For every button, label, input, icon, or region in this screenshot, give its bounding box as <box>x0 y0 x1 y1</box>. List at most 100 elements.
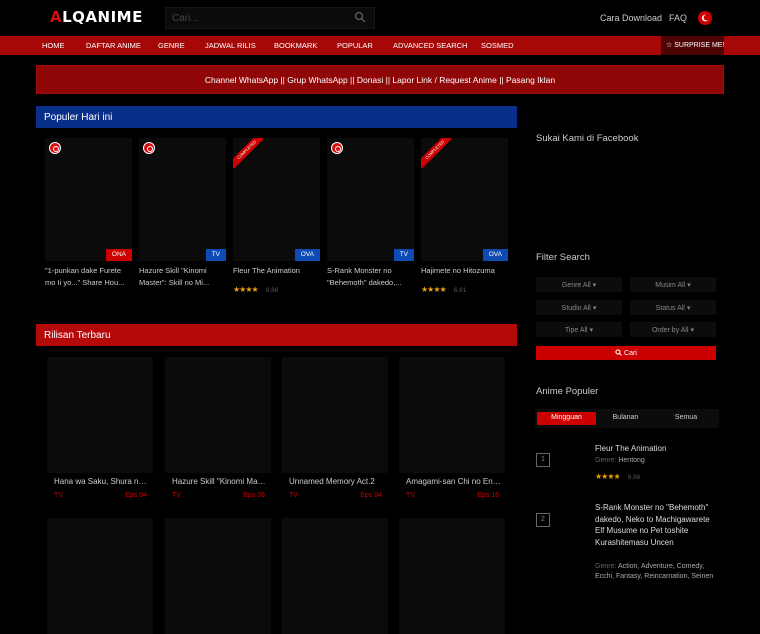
rating-stars: ★★★★ <box>233 285 259 294</box>
populer-card[interactable]: COMPLETED OVA Fleur The Animation ★★★★ 6.… <box>233 138 320 297</box>
faq-link[interactable]: FAQ <box>669 13 687 23</box>
type-badge: OVA <box>482 249 508 261</box>
populer-card[interactable]: TV Hazure Skill "Kinomi Master": Skill n… <box>139 138 226 289</box>
card-type: TV <box>54 492 63 499</box>
nav-sosmed[interactable]: SOSMED <box>481 41 514 50</box>
card-title: Hana wa Saku, Shura no Hana <box>54 477 149 486</box>
hot-icon <box>143 142 155 154</box>
completed-ribbon: COMPLETED <box>421 138 451 168</box>
rilisan-card[interactable]: Hazure Skill "Kinomi Master" TV Eps 05 <box>165 357 271 499</box>
popular-genres: Genre: Hentong <box>595 457 645 464</box>
completed-ribbon: COMPLETED <box>233 138 263 168</box>
tab-semua[interactable]: Semua <box>655 412 717 425</box>
card-type: TV <box>406 492 415 499</box>
card-thumbnail: ONA <box>45 138 132 261</box>
nav-popular[interactable]: POPULAR <box>337 41 373 50</box>
filter-order[interactable]: Order by All ▾ <box>630 322 716 337</box>
populer-card[interactable]: TV S-Rank Monster no "Behemoth" dakedo,.… <box>327 138 414 289</box>
card-title: Hazure Skill "Kinomi Master" <box>172 477 267 486</box>
popular-title[interactable]: Fleur The Animation <box>595 443 717 455</box>
type-badge: TV <box>205 249 226 261</box>
card-thumbnail: TV <box>139 138 226 261</box>
chevron-down-icon: ▾ <box>686 305 691 312</box>
card-thumbnail <box>47 357 153 473</box>
hot-icon <box>49 142 61 154</box>
moon-icon <box>701 14 709 22</box>
card-episode: Eps 16 <box>477 492 499 499</box>
rilisan-card[interactable] <box>399 518 505 634</box>
tab-bulanan[interactable]: Bulanan <box>596 412 655 425</box>
search-box <box>165 7 375 29</box>
star-icon: ☆ <box>666 42 673 49</box>
site-logo[interactable]: ALQANIME <box>50 8 143 26</box>
filter-studio[interactable]: Studio All ▾ <box>536 300 622 315</box>
populer-card[interactable]: ONA "1-punkan dake Furete mo Ii yo..." S… <box>45 138 132 289</box>
filter-tipe[interactable]: Tipe All ▾ <box>536 322 622 337</box>
rank-number: 1 <box>536 453 550 467</box>
anime-populer-heading: Anime Populer <box>536 386 599 397</box>
rilisan-heading: Rilisan Terbaru <box>36 324 517 346</box>
facebook-heading: Sukai Kami di Facebook <box>536 133 639 144</box>
type-badge: ONA <box>105 249 132 261</box>
card-thumbnail <box>282 357 388 473</box>
rilisan-card[interactable] <box>47 518 153 634</box>
nav-bookmark[interactable]: BOOKMARK <box>274 41 317 50</box>
nav-genre[interactable]: GENRE <box>158 41 185 50</box>
search-icon[interactable] <box>354 11 366 23</box>
card-title: Hajimete no Hitozuma <box>421 266 495 275</box>
rating-score: 6.81 <box>453 287 467 294</box>
filter-musim[interactable]: Musim All ▾ <box>630 277 716 292</box>
card-thumbnail <box>165 357 271 473</box>
top-header: ALQANIME Cara Download FAQ <box>0 0 760 36</box>
chevron-down-icon: ▾ <box>589 327 594 334</box>
filter-heading: Filter Search <box>536 252 590 263</box>
chevron-down-icon: ▾ <box>687 282 691 289</box>
card-title: Hazure Skill "Kinomi Master": Skill no M… <box>139 266 210 287</box>
card-thumbnail: COMPLETED OVA <box>233 138 320 261</box>
card-type: TV <box>172 492 181 499</box>
main-nav: HOME DAFTAR ANIME GENRE JADWAL RILIS BOO… <box>0 36 760 55</box>
rating-stars: ★★★★ <box>421 285 447 294</box>
populer-card[interactable]: COMPLETED OVA Hajimete no Hitozuma ★★★★ 6… <box>421 138 508 297</box>
rilisan-card[interactable]: Hana wa Saku, Shura no Hana TV Eps 04 <box>47 357 153 499</box>
rilisan-card[interactable]: Unnamed Memory Act.2 TV Eps 04 <box>282 357 388 499</box>
card-thumbnail <box>165 518 271 634</box>
card-thumbnail <box>47 518 153 634</box>
logo-text: LQANIME <box>62 8 143 26</box>
tab-mingguan[interactable]: Mingguan <box>537 412 596 425</box>
surprise-me-button[interactable]: ☆ SURPRISE ME! <box>661 36 724 55</box>
rilisan-card[interactable] <box>282 518 388 634</box>
cara-download-link[interactable]: Cara Download <box>600 13 662 23</box>
card-thumbnail: COMPLETED OVA <box>421 138 508 261</box>
card-thumbnail <box>282 518 388 634</box>
popular-tabs: Mingguan Bulanan Semua <box>535 409 719 428</box>
card-episode: Eps 04 <box>125 492 147 499</box>
nav-jadwal-rilis[interactable]: JADWAL RILIS <box>205 41 256 50</box>
rilisan-card[interactable]: Amagami-san Chi no Enmusubi TV Eps 16 <box>399 357 505 499</box>
rilisan-card[interactable] <box>165 518 271 634</box>
type-badge: OVA <box>294 249 320 261</box>
card-thumbnail <box>399 518 505 634</box>
filter-status[interactable]: Status All ▾ <box>630 300 716 315</box>
rating-score: 6.86 <box>265 287 279 294</box>
chevron-down-icon: ▾ <box>690 327 695 334</box>
search-input[interactable] <box>172 11 342 25</box>
dark-mode-toggle[interactable] <box>698 11 712 25</box>
chevron-down-icon: ▾ <box>592 282 597 289</box>
popular-title[interactable]: S-Rank Monster no "Behemoth" dakedo, Nek… <box>595 502 717 548</box>
rating-stars: ★★★★ <box>595 472 621 481</box>
card-episode: Eps 04 <box>360 492 382 499</box>
card-title: Unnamed Memory Act.2 <box>289 477 375 486</box>
nav-daftar-anime[interactable]: DAFTAR ANIME <box>86 41 141 50</box>
rating-score: 6.86 <box>627 474 641 481</box>
nav-advanced-search[interactable]: ADVANCED SEARCH <box>393 41 467 50</box>
filter-search-button[interactable]: Cari <box>536 346 716 360</box>
popular-genres: Genre: Action, Adventure, Comedy, Ecchi,… <box>595 563 714 580</box>
filter-genre[interactable]: Genre All ▾ <box>536 277 622 292</box>
card-title: "1-punkan dake Furete mo Ii yo..." Share… <box>45 266 125 287</box>
announcement-banner[interactable]: Channel WhatsApp || Grup WhatsApp || Don… <box>36 65 724 94</box>
card-title: S-Rank Monster no "Behemoth" dakedo,... <box>327 266 402 287</box>
nav-home[interactable]: HOME <box>42 41 65 50</box>
card-title: Amagami-san Chi no Enmusubi <box>406 477 501 486</box>
card-type: TV <box>289 492 298 499</box>
